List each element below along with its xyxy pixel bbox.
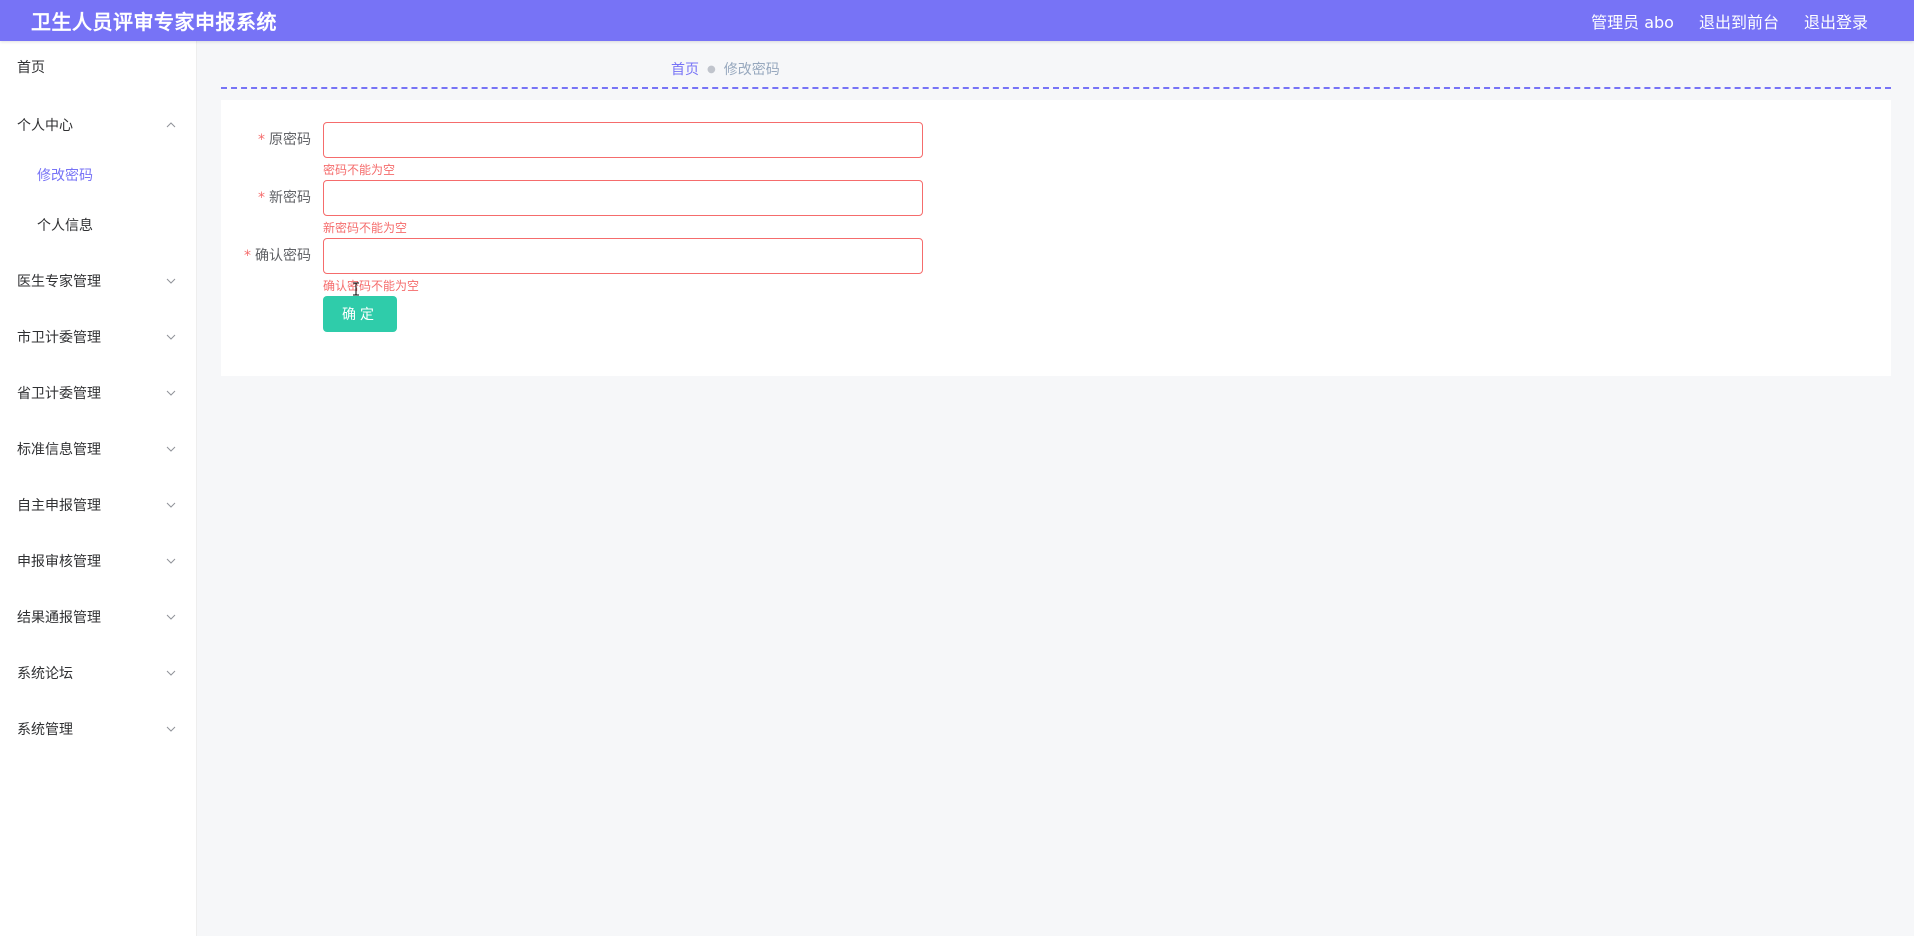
chevron-down-icon <box>165 723 177 735</box>
required-mark: * <box>258 190 265 206</box>
breadcrumb-separator-icon: ● <box>707 63 716 75</box>
sidebar-item-doctor-expert[interactable]: 医生专家管理 <box>0 257 197 305</box>
confirm-password-label: * 确认密码 <box>221 238 311 274</box>
field-label-text: 原密码 <box>269 132 311 148</box>
breadcrumb-current: 修改密码 <box>723 62 780 78</box>
sidebar-item-city-commission[interactable]: 市卫计委管理 <box>0 313 197 361</box>
sidebar-item-personal-info[interactable]: 个人信息 <box>0 201 197 249</box>
old-password-input[interactable] <box>323 122 923 158</box>
old-password-label: * 原密码 <box>221 122 311 158</box>
chevron-down-icon <box>165 443 177 455</box>
new-password-input[interactable] <box>323 180 923 216</box>
chevron-down-icon <box>165 331 177 343</box>
breadcrumb-divider <box>221 87 1891 89</box>
sidebar-item-personal-center[interactable]: 个人中心 <box>0 101 197 149</box>
sidebar-item-label: 个人中心 <box>17 118 73 134</box>
field-label-text: 确认密码 <box>255 248 311 264</box>
sidebar-item-label: 自主申报管理 <box>17 498 101 514</box>
required-mark: * <box>244 248 251 264</box>
sidebar-item-label: 申报审核管理 <box>17 554 101 570</box>
confirm-password-error: 确认密码不能为空 <box>323 279 420 293</box>
sidebar-menu: 首页 个人中心 修改密码 个人信息 医生专家管理 市卫计委管理 省卫计委管理 标… <box>0 41 197 936</box>
confirm-password-row: * 确认密码 确认密码不能为空 <box>221 238 1221 293</box>
sidebar-item-province-commission[interactable]: 省卫计委管理 <box>0 369 197 417</box>
sidebar-item-system-management[interactable]: 系统管理 <box>0 705 197 753</box>
sidebar-item-forum[interactable]: 系统论坛 <box>0 649 197 697</box>
old-password-row: * 原密码 密码不能为空 <box>221 122 1221 177</box>
new-password-error: 新密码不能为空 <box>323 221 408 235</box>
chevron-up-icon <box>165 119 177 131</box>
sidebar-item-label: 市卫计委管理 <box>17 330 101 346</box>
new-password-row: * 新密码 新密码不能为空 <box>221 180 1221 235</box>
logout-link[interactable]: 退出登录 <box>1804 9 1868 33</box>
sidebar-item-label: 结果通报管理 <box>17 610 101 626</box>
exit-to-front-link[interactable]: 退出到前台 <box>1699 9 1779 33</box>
app-title: 卫生人员评审专家申报系统 <box>31 10 277 34</box>
chevron-down-icon <box>165 555 177 567</box>
header-actions: 管理员 abo 退出到前台 退出登录 <box>1591 9 1868 33</box>
sidebar-item-label: 修改密码 <box>37 168 93 184</box>
new-password-label: * 新密码 <box>221 180 311 216</box>
confirm-button[interactable]: 确定 <box>323 296 397 332</box>
sidebar-item-label: 标准信息管理 <box>17 442 101 458</box>
current-user-label[interactable]: 管理员 abo <box>1591 9 1674 33</box>
sidebar-item-label: 首页 <box>17 60 45 76</box>
chevron-down-icon <box>165 667 177 679</box>
sidebar-item-self-declaration[interactable]: 自主申报管理 <box>0 481 197 529</box>
confirm-password-input[interactable] <box>323 238 923 274</box>
chevron-down-icon <box>165 387 177 399</box>
required-mark: * <box>258 132 265 148</box>
sidebar-item-change-password[interactable]: 修改密码 <box>0 151 197 199</box>
chevron-down-icon <box>165 275 177 287</box>
sidebar-item-result-notice[interactable]: 结果通报管理 <box>0 593 197 641</box>
sidebar-item-home[interactable]: 首页 <box>0 43 197 91</box>
breadcrumb-home-link[interactable]: 首页 <box>671 59 699 79</box>
text-cursor-icon <box>353 282 359 296</box>
chevron-down-icon <box>165 499 177 511</box>
breadcrumb: 首页 ● 修改密码 <box>671 60 780 78</box>
field-label-text: 新密码 <box>269 190 311 206</box>
old-password-error: 密码不能为空 <box>323 163 396 177</box>
sidebar-item-label: 个人信息 <box>37 218 93 234</box>
sidebar-item-label: 系统论坛 <box>17 666 73 682</box>
sidebar-item-label: 省卫计委管理 <box>17 386 101 402</box>
top-header-bar: 卫生人员评审专家申报系统 管理员 abo 退出到前台 退出登录 <box>0 0 1914 41</box>
change-password-form: * 原密码 密码不能为空 * 新密码 新密码不能为空 * 确认密码 确认密码不能为空 … <box>221 100 1891 376</box>
sidebar-item-standard-info[interactable]: 标准信息管理 <box>0 425 197 473</box>
sidebar-item-label: 医生专家管理 <box>17 274 101 290</box>
sidebar-item-label: 系统管理 <box>17 722 73 738</box>
chevron-down-icon <box>165 611 177 623</box>
sidebar-item-declaration-review[interactable]: 申报审核管理 <box>0 537 197 585</box>
